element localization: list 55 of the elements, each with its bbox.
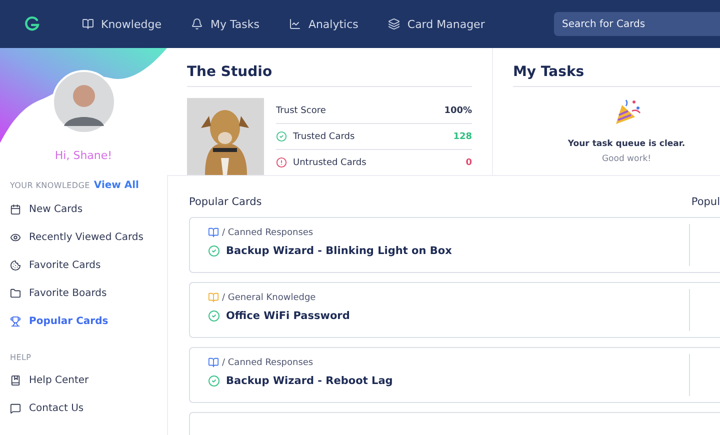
book-icon <box>10 374 21 386</box>
logo-icon[interactable] <box>24 16 40 32</box>
section-heading: YOUR KNOWLEDGE <box>10 181 90 190</box>
sidebar-item[interactable]: New Cards <box>0 195 167 223</box>
book-icon <box>82 18 94 30</box>
stat-value: 100% <box>444 106 472 116</box>
card-title: Backup Wizard - Reboot Lag <box>226 375 393 387</box>
nav-tab[interactable]: Card Manager <box>388 18 485 30</box>
check-circle-icon <box>208 310 220 322</box>
task-subtext: Good work! <box>602 154 652 164</box>
message-icon <box>10 402 21 414</box>
card-title: Office WiFi Password <box>226 310 350 322</box>
sidebar-item[interactable]: Recently Viewed Cards <box>0 223 167 251</box>
collection-path: / General Knowledge <box>222 292 316 302</box>
view-all-link[interactable]: View All <box>94 180 139 191</box>
alert-icon <box>276 157 287 168</box>
card-row[interactable]: / Canned Responses Backup Wizard - Blinking Light on Box <box>189 217 720 273</box>
section-heading: HELP <box>10 353 32 362</box>
collection-path: / Canned Responses <box>222 228 314 238</box>
avatar <box>52 70 116 134</box>
trophy-icon <box>10 316 21 326</box>
stat-label: Trust Score <box>276 106 327 116</box>
nav-tab[interactable]: Knowledge <box>82 18 162 30</box>
check-circle-icon <box>208 245 220 257</box>
stat-label: Trusted Cards <box>293 132 356 142</box>
sidebar-item[interactable]: Contact Us <box>0 394 167 422</box>
greeting: Hi, Shane! <box>54 149 114 162</box>
panel-title: My Tasks <box>513 64 720 87</box>
collection-path: / Canned Responses <box>222 358 314 368</box>
folder-icon <box>10 288 21 298</box>
eye-icon <box>10 232 21 242</box>
column-heading: Popul <box>691 196 720 208</box>
stat-label: Untrusted Cards <box>293 158 368 168</box>
bell-icon <box>191 18 204 30</box>
nav-tab[interactable]: Analytics <box>289 18 358 30</box>
calendar-icon <box>10 204 21 214</box>
task-message: Your task queue is clear. <box>568 139 686 149</box>
sidebar-item[interactable]: Favorite Cards <box>0 251 167 279</box>
layers-icon <box>388 18 400 30</box>
panel-title: The Studio <box>187 64 472 87</box>
check-circle-icon <box>208 375 220 387</box>
stat-value: 128 <box>453 132 472 142</box>
line-chart-icon <box>289 18 302 30</box>
card-row[interactable]: / General Knowledge Office WiFi Password <box>189 282 720 338</box>
section-title: Popular Cards <box>189 196 262 208</box>
check-circle-icon <box>276 131 287 142</box>
search-field[interactable]: Search for Cards <box>554 12 720 36</box>
cookie-icon <box>10 260 21 270</box>
card-title: Backup Wizard - Blinking Light on Box <box>226 245 452 257</box>
sidebar-item[interactable]: Favorite Boards <box>0 279 167 307</box>
sidebar-item[interactable]: Popular Cards <box>0 307 167 335</box>
stat-value: 0 <box>466 158 472 168</box>
card-row[interactable]: / Canned Responses Backup Wizard - Reboot Lag <box>189 347 720 403</box>
sidebar-item[interactable]: Help Center <box>0 366 167 394</box>
nav-tab[interactable]: My Tasks <box>191 18 260 30</box>
